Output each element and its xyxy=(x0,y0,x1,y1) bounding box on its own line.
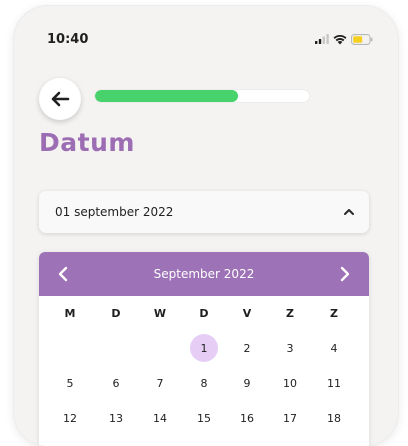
weekday-text: M xyxy=(64,307,76,320)
day-cell-selected[interactable]: 1 xyxy=(189,331,219,366)
day-cell[interactable]: 7 xyxy=(145,366,175,401)
day-cell[interactable]: 15 xyxy=(189,401,219,436)
chevron-up-icon xyxy=(344,209,354,215)
day-number: 1 xyxy=(200,342,208,355)
progress-bar xyxy=(95,90,309,102)
day-number: 11 xyxy=(327,377,341,390)
empty-day-cell xyxy=(55,331,85,366)
next-month-button[interactable] xyxy=(333,262,357,286)
weekday-row: MDWDVZZ xyxy=(39,296,369,331)
calendar: September 2022 M D W D V Z Z 1 2 3 4 5 6 7 8 9 10 11 12 13 1… xyxy=(39,252,369,446)
weekday-label: V xyxy=(232,296,262,331)
day-cell[interactable]: 4 xyxy=(319,331,349,366)
weekday-label: Z xyxy=(319,296,349,331)
weekday-text: Z xyxy=(286,307,294,320)
day-number: 2 xyxy=(243,342,251,355)
wifi-icon xyxy=(333,34,347,44)
day-number: 8 xyxy=(200,377,208,390)
back-button[interactable] xyxy=(39,78,81,120)
date-select-value: 01 september 2022 xyxy=(55,205,174,219)
phone-frame: 10:40 Datum 01 september 2022 September … xyxy=(14,6,398,446)
weekday-label: D xyxy=(101,296,131,331)
day-cell[interactable]: 8 xyxy=(189,366,219,401)
day-cell[interactable]: 11 xyxy=(319,366,349,401)
day-cell[interactable]: 18 xyxy=(319,401,349,436)
weekday-label: W xyxy=(145,296,175,331)
page-title: Datum xyxy=(39,128,135,157)
day-cell[interactable]: 16 xyxy=(232,401,262,436)
empty-day-cell xyxy=(101,331,131,366)
status-time: 10:40 xyxy=(47,32,89,47)
day-number: 3 xyxy=(286,342,294,355)
arrow-left-icon xyxy=(51,91,70,107)
calendar-header: September 2022 xyxy=(39,252,369,296)
day-number: 13 xyxy=(109,412,123,425)
day-cell[interactable]: 5 xyxy=(55,366,85,401)
weekday-label: M xyxy=(55,296,85,331)
signal-icon xyxy=(315,34,329,44)
week-row: 5 6 7 8 9 10 11 xyxy=(39,366,369,401)
battery-low-icon xyxy=(351,33,373,45)
status-bar: 10:40 xyxy=(14,6,398,56)
day-number: 5 xyxy=(66,377,74,390)
weekday-text: W xyxy=(153,307,167,320)
week-row: 12 13 14 15 16 17 18 xyxy=(39,401,369,436)
weekday-label: Z xyxy=(275,296,305,331)
day-number: 10 xyxy=(283,377,297,390)
day-cell[interactable]: 3 xyxy=(275,331,305,366)
day-number: 14 xyxy=(153,412,167,425)
day-number: 7 xyxy=(156,377,164,390)
day-cell[interactable]: 2 xyxy=(232,331,262,366)
day-cell[interactable]: 6 xyxy=(101,366,131,401)
day-number: 16 xyxy=(240,412,254,425)
day-cell[interactable]: 10 xyxy=(275,366,305,401)
progress-fill xyxy=(95,90,239,102)
weekday-text: V xyxy=(242,307,252,320)
day-cell[interactable]: 14 xyxy=(145,401,175,436)
day-number: 9 xyxy=(243,377,251,390)
chevron-right-icon xyxy=(340,266,350,282)
week-row: 1 2 3 4 xyxy=(39,331,369,366)
day-cell[interactable]: 17 xyxy=(275,401,305,436)
day-number: 15 xyxy=(197,412,211,425)
day-cell[interactable]: 9 xyxy=(232,366,262,401)
status-icons xyxy=(315,32,373,46)
day-number: 18 xyxy=(327,412,341,425)
day-number: 17 xyxy=(283,412,297,425)
day-number: 12 xyxy=(63,412,77,425)
weekday-text: D xyxy=(199,307,209,320)
calendar-month-label: September 2022 xyxy=(153,267,255,281)
day-cell[interactable]: 12 xyxy=(55,401,85,436)
empty-day-cell xyxy=(145,331,175,366)
calendar-grid: M D W D V Z Z 1 2 3 4 5 6 7 8 9 10 11 12 13 14 15 16 17 18 xyxy=(39,296,369,436)
day-cell[interactable]: 13 xyxy=(101,401,131,436)
weekday-label: D xyxy=(189,296,219,331)
weekday-text: Z xyxy=(330,307,338,320)
weekday-text: D xyxy=(111,307,121,320)
day-number: 6 xyxy=(112,377,120,390)
date-select[interactable]: 01 september 2022 xyxy=(39,191,369,233)
day-number: 4 xyxy=(330,342,338,355)
